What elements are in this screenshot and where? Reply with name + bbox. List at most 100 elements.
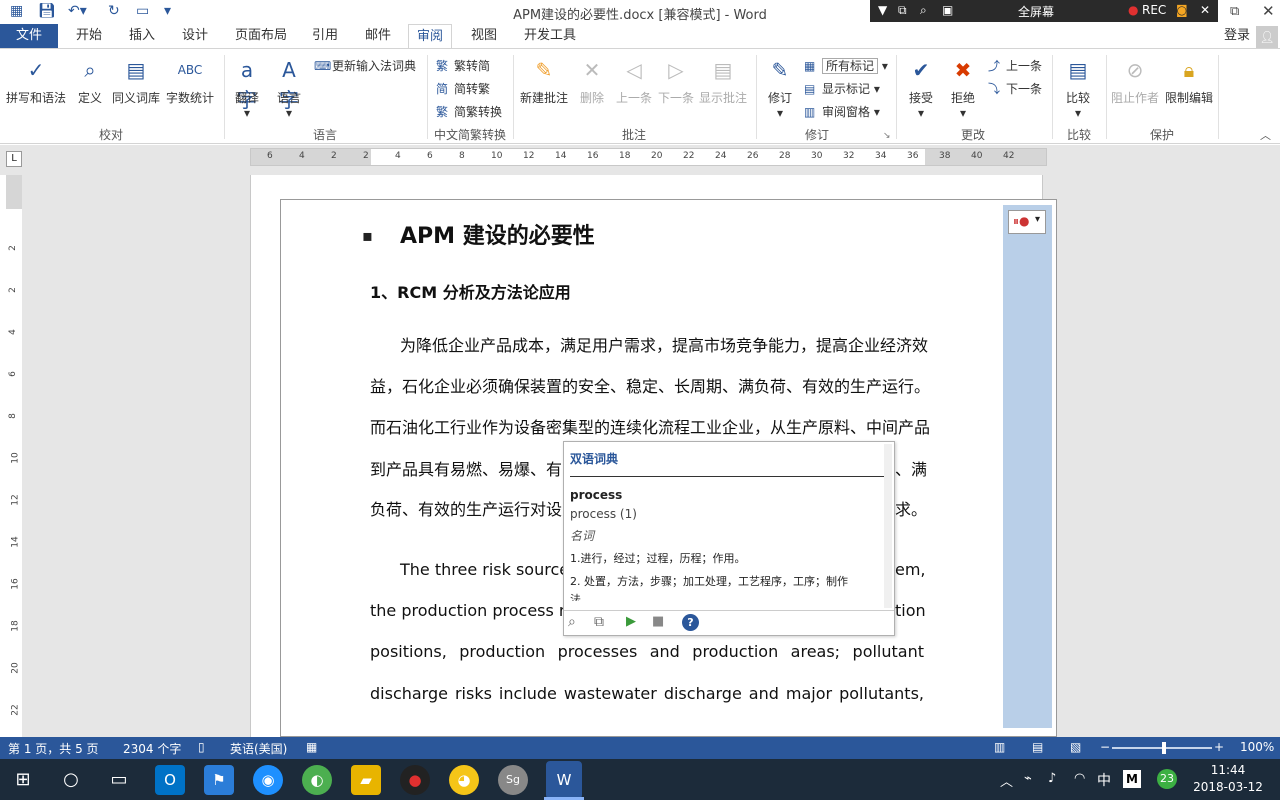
tab-home[interactable]: 开始: [76, 24, 102, 48]
sg-app-icon[interactable]: Sg: [498, 765, 528, 795]
language-button[interactable]: A字 语言 ▾: [270, 55, 308, 120]
zoom-level[interactable]: 100%: [1240, 740, 1274, 754]
task-view-icon[interactable]: ▭: [104, 765, 134, 795]
ime-indicator[interactable]: 中: [1097, 770, 1111, 790]
paragraph-line[interactable]: em,: [895, 560, 926, 580]
stop-icon[interactable]: ■: [652, 614, 664, 629]
word-count-button[interactable]: ABC 字数统计: [163, 55, 217, 106]
start-icon[interactable]: ⊞: [8, 765, 38, 795]
proofing-status-icon[interactable]: ▯: [198, 740, 205, 754]
delete-comment-button[interactable]: ✕ 删除: [574, 55, 610, 106]
web-layout-icon[interactable]: ▧: [1070, 740, 1081, 754]
vertical-ruler[interactable]: 224681012141618202224: [6, 175, 22, 758]
paint-icon[interactable]: ◕: [449, 765, 479, 795]
notification-badge[interactable]: 23: [1157, 769, 1177, 789]
collapse-ribbon-icon[interactable]: ︿: [1260, 127, 1271, 143]
accept-button[interactable]: ✔ 接受 ▾: [902, 55, 940, 120]
thesaurus-button[interactable]: ▤ 同义词库: [110, 55, 162, 106]
paragraph-line[interactable]: 求。: [895, 500, 927, 520]
network-icon[interactable]: ◠: [1074, 771, 1085, 786]
tab-design[interactable]: 设计: [182, 24, 208, 48]
paragraph-line[interactable]: 而石油化工行业作为设备密集型的连续化流程工业企业，从生产原料、中间产品: [370, 418, 930, 438]
print-layout-icon[interactable]: ▤: [1032, 740, 1043, 754]
rec-label[interactable]: REC: [1142, 3, 1166, 17]
paragraph-line[interactable]: 益，石化企业必须确保装置的安全、稳定、长周期、满负荷、有效的生产运行。: [370, 377, 930, 397]
show-comments-button[interactable]: ▤ 显示批注: [697, 55, 749, 106]
close-window-icon[interactable]: ✕: [1262, 2, 1275, 20]
paragraph-line[interactable]: 负荷、有效的生产运行对设: [370, 500, 562, 520]
translate-button[interactable]: a字 翻译 ▾: [228, 55, 266, 120]
tab-selector-icon[interactable]: L: [6, 151, 22, 167]
browser-icon[interactable]: ◉: [253, 765, 283, 795]
document-heading[interactable]: APM 建设的必要性: [400, 224, 595, 250]
paragraph-line[interactable]: 为降低企业产品成本，满足用户需求，提高市场竞争能力，提高企业经济效: [400, 336, 928, 356]
close-icon[interactable]: ✕: [1200, 3, 1210, 17]
word-app-icon[interactable]: W: [546, 761, 582, 799]
ime-mode-icon[interactable]: M: [1123, 770, 1141, 788]
search-icon[interactable]: ○: [56, 765, 86, 795]
tab-insert[interactable]: 插入: [129, 24, 155, 48]
tab-layout[interactable]: 页面布局: [235, 24, 287, 48]
prev-comment-button[interactable]: ◁ 上一条: [612, 55, 656, 106]
tab-references[interactable]: 引用: [312, 24, 338, 48]
show-hidden-icons-icon[interactable]: ︿: [1000, 771, 1013, 790]
spelling-grammar-button[interactable]: ✓ 拼写和语法: [4, 55, 68, 106]
clock-date[interactable]: 2018-03-12: [1190, 780, 1266, 794]
show-markup-button[interactable]: ▤ 显示标记 ▾: [804, 80, 880, 97]
paragraph-line[interactable]: positions, production processes and prod…: [370, 642, 924, 662]
trad-to-simp-button[interactable]: 繁繁转简: [436, 57, 490, 74]
folder-icon[interactable]: ▰: [351, 765, 381, 795]
compare-button[interactable]: ▤ 比较 ▾: [1058, 55, 1098, 120]
dropdown-icon[interactable]: ▼: [878, 3, 887, 17]
track-changes-button[interactable]: ✎ 修订 ▾: [762, 55, 798, 120]
restrict-editing-button[interactable]: 🔒︎ 限制编辑: [1162, 55, 1216, 106]
block-authors-button[interactable]: ⊘ 阻止作者: [1108, 55, 1162, 106]
update-ime-button[interactable]: ⌨更新输入法词典: [314, 57, 416, 74]
recorder-app-icon[interactable]: ●: [400, 765, 430, 795]
tab-review[interactable]: 审阅: [408, 24, 453, 48]
paragraph-line[interactable]: discharge risks include wastewater disch…: [370, 684, 924, 704]
review-pane-button[interactable]: ▥ 审阅窗格 ▾: [804, 103, 880, 120]
avatar[interactable]: 👤︎: [1256, 26, 1278, 48]
help-icon[interactable]: ?: [682, 614, 699, 631]
lookup-icon[interactable]: ⌕: [568, 614, 576, 630]
tab-view[interactable]: 视图: [471, 24, 497, 48]
prev-change-button[interactable]: ⤴ 上一条: [988, 57, 1042, 74]
popup-scrollbar[interactable]: [884, 444, 892, 608]
flag-app-icon[interactable]: ⚑: [204, 765, 234, 795]
restore-icon[interactable]: ⧉: [1230, 4, 1239, 19]
clock-time[interactable]: 11:44: [1198, 763, 1258, 777]
login-link[interactable]: 登录: [1224, 24, 1250, 48]
reject-button[interactable]: ✖ 拒绝 ▾: [944, 55, 982, 120]
window-icon[interactable]: ⧉: [898, 3, 907, 18]
tab-file[interactable]: 文件: [0, 24, 58, 48]
game-app-icon[interactable]: ◐: [302, 765, 332, 795]
tab-mailings[interactable]: 邮件: [365, 24, 391, 48]
outlook-icon[interactable]: O: [155, 765, 185, 795]
page-count[interactable]: 第 1 页，共 5 页: [8, 740, 99, 757]
simp-trad-convert-button[interactable]: 繁简繁转换: [436, 103, 502, 120]
next-change-button[interactable]: ⤵ 下一条: [988, 80, 1042, 97]
zoom-in-icon[interactable]: +: [1214, 740, 1224, 754]
next-comment-button[interactable]: ▷ 下一条: [656, 55, 696, 106]
paragraph-line[interactable]: the production process r: [370, 601, 566, 621]
paragraph-line[interactable]: The three risk source: [400, 560, 569, 580]
paragraph-line[interactable]: tion: [895, 601, 926, 621]
markup-select[interactable]: ▦ 所有标记 ▾: [804, 57, 888, 74]
language-status[interactable]: 英语(美国): [230, 740, 287, 757]
power-icon[interactable]: ⌁: [1024, 771, 1032, 786]
zoom-out-icon[interactable]: −: [1100, 740, 1110, 754]
paragraph-line[interactable]: 、满: [895, 460, 927, 480]
word-count[interactable]: 2304 个字: [123, 740, 181, 757]
play-icon[interactable]: ▶: [626, 614, 636, 629]
horizontal-ruler[interactable]: 6 4 2 2 4 6 8 10 12 14 16 18 20 22 24 26 28 30 32 34 36 38 40 4…: [250, 148, 1047, 166]
tab-developer[interactable]: 开发工具: [524, 24, 576, 48]
macro-record-icon[interactable]: ▦: [306, 740, 317, 754]
fullscreen-label[interactable]: 全屏幕: [1018, 3, 1054, 20]
paragraph-line[interactable]: 到产品具有易燃、易爆、有: [370, 460, 562, 480]
read-mode-icon[interactable]: ▥: [994, 740, 1005, 754]
simp-to-trad-button[interactable]: 简简转繁: [436, 80, 490, 97]
define-button[interactable]: ⌕ 定义: [72, 55, 108, 106]
volume-icon[interactable]: ♪: [1048, 771, 1056, 786]
new-comment-button[interactable]: ✎ 新建批注: [516, 55, 572, 106]
